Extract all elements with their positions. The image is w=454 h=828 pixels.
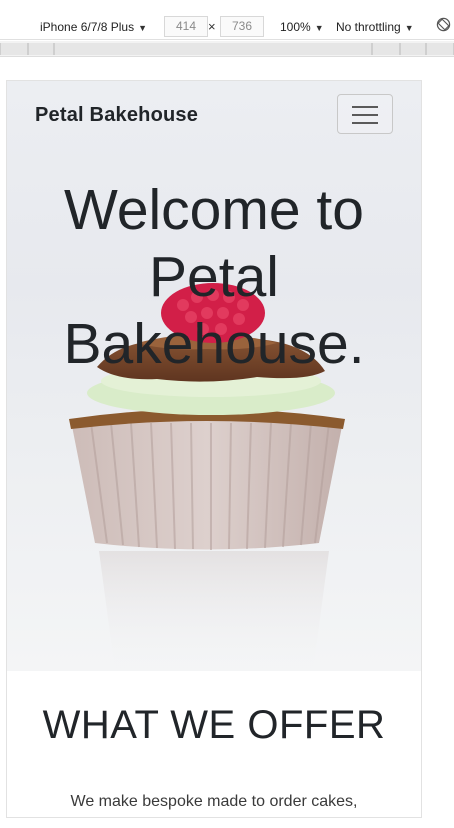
ruler-segment[interactable] bbox=[28, 43, 54, 55]
zoom-select[interactable]: 100% ▼ bbox=[280, 20, 324, 34]
width-input[interactable]: 414 bbox=[164, 16, 208, 37]
hero-heading: Welcome to Petal Bakehouse. bbox=[7, 177, 421, 378]
hero-heading-line: Bakehouse. bbox=[63, 312, 365, 376]
offer-description: We make bespoke made to order cakes, bbox=[70, 793, 358, 810]
brand-logo[interactable]: Petal Bakehouse bbox=[35, 104, 198, 127]
device-select[interactable]: iPhone 6/7/8 Plus ▼ bbox=[40, 20, 147, 34]
navbar: Petal Bakehouse bbox=[7, 81, 421, 147]
ruler-segment[interactable] bbox=[400, 43, 426, 55]
dimension-separator: × bbox=[208, 19, 216, 34]
hero-heading-line: Welcome to bbox=[64, 178, 364, 242]
hamburger-menu-icon bbox=[352, 114, 378, 116]
media-query-ruler bbox=[0, 41, 454, 57]
ruler-segment[interactable] bbox=[54, 43, 372, 55]
hamburger-menu-icon bbox=[352, 106, 378, 108]
hero-heading-line: Petal bbox=[149, 245, 279, 309]
throttling-select[interactable]: No throttling ▼ bbox=[336, 20, 414, 34]
hamburger-menu-icon bbox=[352, 122, 378, 124]
chevron-down-icon: ▼ bbox=[404, 23, 414, 33]
ruler-segment[interactable] bbox=[372, 43, 400, 55]
throttling-value: No throttling bbox=[336, 20, 401, 34]
chevron-down-icon: ▼ bbox=[314, 23, 324, 33]
ruler-segment[interactable] bbox=[426, 43, 454, 55]
zoom-value: 100% bbox=[280, 20, 311, 34]
devtools-device-toolbar: iPhone 6/7/8 Plus ▼ 414 × 736 100% ▼ No th… bbox=[0, 0, 454, 40]
offer-heading: WHAT WE OFFER bbox=[42, 703, 386, 747]
rotate-icon[interactable] bbox=[436, 17, 451, 32]
height-input[interactable]: 736 bbox=[220, 16, 264, 37]
device-name: iPhone 6/7/8 Plus bbox=[40, 20, 135, 34]
hero-section: Petal Bakehouse Welcome to Petal Bakehou… bbox=[7, 81, 421, 671]
chevron-down-icon: ▼ bbox=[138, 23, 147, 33]
ruler-segment[interactable] bbox=[0, 43, 28, 55]
offer-section: WHAT WE OFFER We make bespoke made to or… bbox=[7, 671, 421, 817]
navbar-toggle-button[interactable] bbox=[337, 94, 393, 134]
device-viewport: Petal Bakehouse Welcome to Petal Bakehou… bbox=[6, 80, 422, 818]
